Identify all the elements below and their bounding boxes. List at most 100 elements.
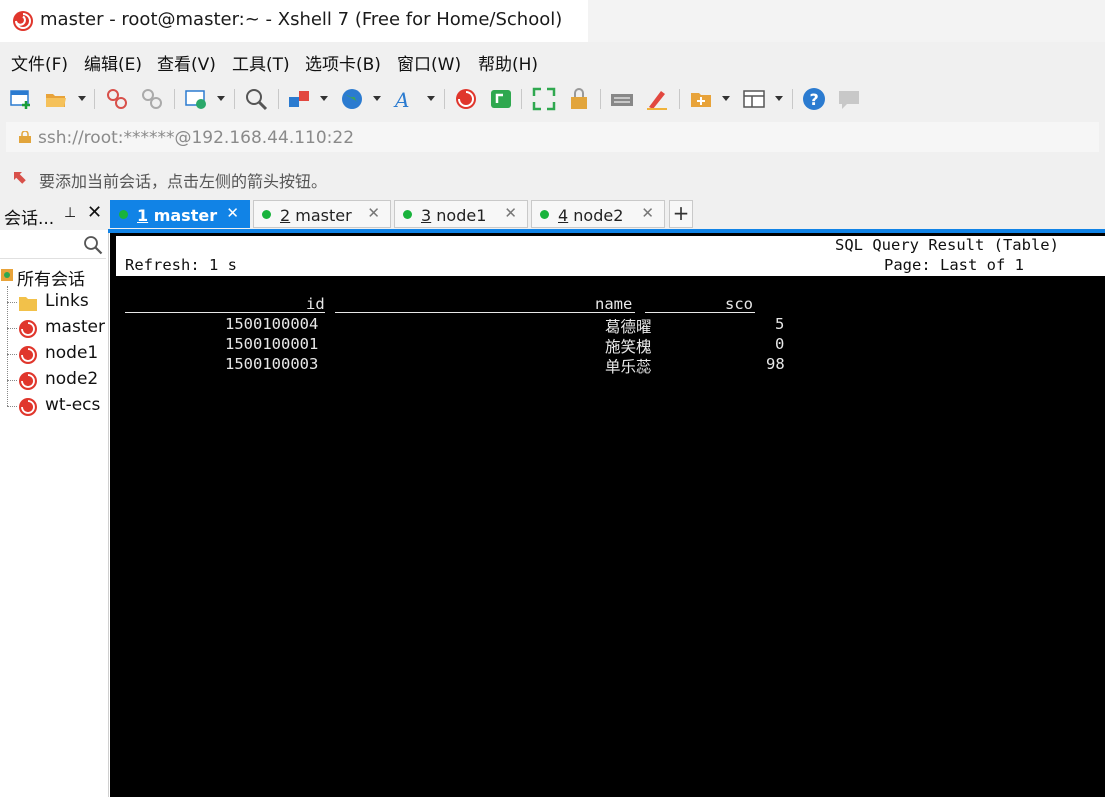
tree-line: [7, 354, 17, 355]
toolbar-separator: [278, 89, 279, 109]
layout-dropdown-icon[interactable]: [775, 96, 783, 101]
tree-item-node1[interactable]: node1: [45, 343, 98, 363]
tab-label: 4 node2: [558, 206, 624, 225]
open-folder-icon[interactable]: [44, 87, 68, 111]
chat-icon[interactable]: [837, 87, 861, 111]
properties-icon[interactable]: [184, 87, 208, 111]
toolbar-separator: [792, 89, 793, 109]
properties-dropdown-icon[interactable]: [217, 96, 225, 101]
hint-bar: 要添加当前会话，点击左侧的箭头按钮。: [0, 156, 1105, 198]
font-icon[interactable]: A: [393, 87, 417, 111]
column-underline: [125, 312, 325, 313]
menu-tabs[interactable]: 选项卡(B): [305, 50, 381, 75]
session-status-dot: [119, 210, 128, 219]
tree-root-all-sessions[interactable]: 所有会话: [17, 265, 85, 290]
toolbar-separator: [679, 89, 680, 109]
lock-icon: [19, 131, 31, 143]
add-tab-button[interactable]: +: [669, 200, 693, 228]
highlight-icon[interactable]: [645, 87, 669, 111]
xftp-icon[interactable]: [489, 87, 513, 111]
tab-3-node1[interactable]: 3 node1 ✕: [394, 200, 528, 228]
title-bar-blank: [588, 0, 1105, 42]
tab-1-master[interactable]: 1 master ✕: [110, 200, 250, 228]
column-header-id: id: [306, 295, 325, 313]
tab-label: 1 master: [137, 206, 218, 225]
session-icon: [19, 398, 37, 416]
toolbar-separator: [521, 89, 522, 109]
search-icon[interactable]: [83, 235, 103, 255]
menu-file[interactable]: 文件(F): [11, 50, 68, 75]
session-status-dot: [403, 210, 412, 219]
globe-dropdown-icon[interactable]: [373, 96, 381, 101]
transfer-icon[interactable]: [287, 87, 311, 111]
tree-line: [7, 286, 8, 406]
fullscreen-icon[interactable]: [532, 87, 556, 111]
disconnect-icon[interactable]: [140, 87, 164, 111]
layout-icon[interactable]: [742, 87, 766, 111]
tab-close-icon[interactable]: ✕: [367, 204, 380, 222]
address-value: ssh://root:******@192.168.44.110:22: [38, 128, 355, 148]
toolbar-separator: [234, 89, 235, 109]
session-manager-title: 会话...: [4, 209, 55, 229]
menu-view[interactable]: 查看(V): [157, 50, 216, 75]
folder-icon: [19, 297, 37, 311]
tree-line: [7, 406, 17, 407]
toolbar: A ?: [0, 80, 1105, 118]
tab-label: 2 master: [280, 206, 352, 225]
toolbar-separator: [600, 89, 601, 109]
session-manager-header: 会话... ⊥ ✕: [0, 198, 108, 230]
tree-item-master[interactable]: master: [45, 317, 105, 337]
svg-text:?: ?: [810, 90, 819, 109]
font-dropdown-icon[interactable]: [427, 96, 435, 101]
toolbar-separator: [174, 89, 175, 109]
find-icon[interactable]: [244, 87, 268, 111]
lock-screen-icon[interactable]: [567, 87, 591, 111]
tree-item-links[interactable]: Links: [45, 291, 89, 311]
new-tab-group-icon[interactable]: [689, 87, 713, 111]
cell-sco: 98: [766, 355, 785, 373]
pin-icon[interactable]: ⊥: [64, 205, 76, 221]
tab-close-icon[interactable]: ✕: [641, 204, 654, 222]
menu-window[interactable]: 窗口(W): [397, 50, 461, 75]
terminal[interactable]: SQL Query Result (Table) Refresh: 1 s Pa…: [110, 233, 1105, 797]
tab-4-node2[interactable]: 4 node2 ✕: [531, 200, 665, 228]
cell-id: 1500100001: [225, 335, 319, 353]
address-input[interactable]: ssh://root:******@192.168.44.110:22: [6, 122, 1099, 152]
all-sessions-icon: [1, 269, 13, 281]
keyboard-icon[interactable]: [610, 87, 634, 111]
session-icon: [19, 320, 37, 338]
globe-icon[interactable]: [340, 87, 364, 111]
session-status-dot: [262, 210, 271, 219]
help-icon[interactable]: ?: [802, 87, 826, 111]
tree-line: [7, 380, 17, 381]
menu-edit[interactable]: 编辑(E): [84, 50, 142, 75]
query-result-header: SQL Query Result (Table) Refresh: 1 s Pa…: [116, 236, 1105, 276]
cell-sco: 0: [775, 335, 785, 353]
arrow-icon[interactable]: [12, 168, 34, 190]
tab-close-icon[interactable]: ✕: [226, 204, 239, 222]
tab-2-master[interactable]: 2 master ✕: [253, 200, 391, 228]
tree-item-wt-ecs[interactable]: wt-ecs: [45, 395, 100, 415]
menu-tools[interactable]: 工具(T): [232, 50, 290, 75]
tab-close-icon[interactable]: ✕: [504, 204, 517, 222]
transfer-dropdown-icon[interactable]: [320, 96, 328, 101]
address-bar: ssh://root:******@192.168.44.110:22: [0, 118, 1105, 156]
session-icon: [19, 346, 37, 364]
cell-name: 单乐蕊: [605, 358, 652, 376]
open-dropdown-icon[interactable]: [78, 96, 86, 101]
new-session-icon[interactable]: [9, 87, 33, 111]
close-icon[interactable]: ✕: [87, 202, 102, 223]
xshell-icon[interactable]: [454, 87, 478, 111]
menu-help[interactable]: 帮助(H): [478, 50, 538, 75]
toolbar-separator: [444, 89, 445, 109]
cell-name: 施笑槐: [605, 338, 652, 356]
tree-line: [7, 302, 17, 303]
menu-bar: 文件(F) 编辑(E) 查看(V) 工具(T) 选项卡(B) 窗口(W) 帮助(…: [0, 42, 1105, 80]
column-header-name: name: [595, 295, 633, 313]
tree-item-node2[interactable]: node2: [45, 369, 98, 389]
window-title: master - root@master:~ - Xshell 7 (Free …: [40, 9, 563, 30]
connect-icon[interactable]: [105, 87, 129, 111]
tab-group-dropdown-icon[interactable]: [722, 96, 730, 101]
refresh-label: Refresh: 1 s: [125, 256, 237, 274]
cell-id: 1500100003: [225, 355, 319, 373]
